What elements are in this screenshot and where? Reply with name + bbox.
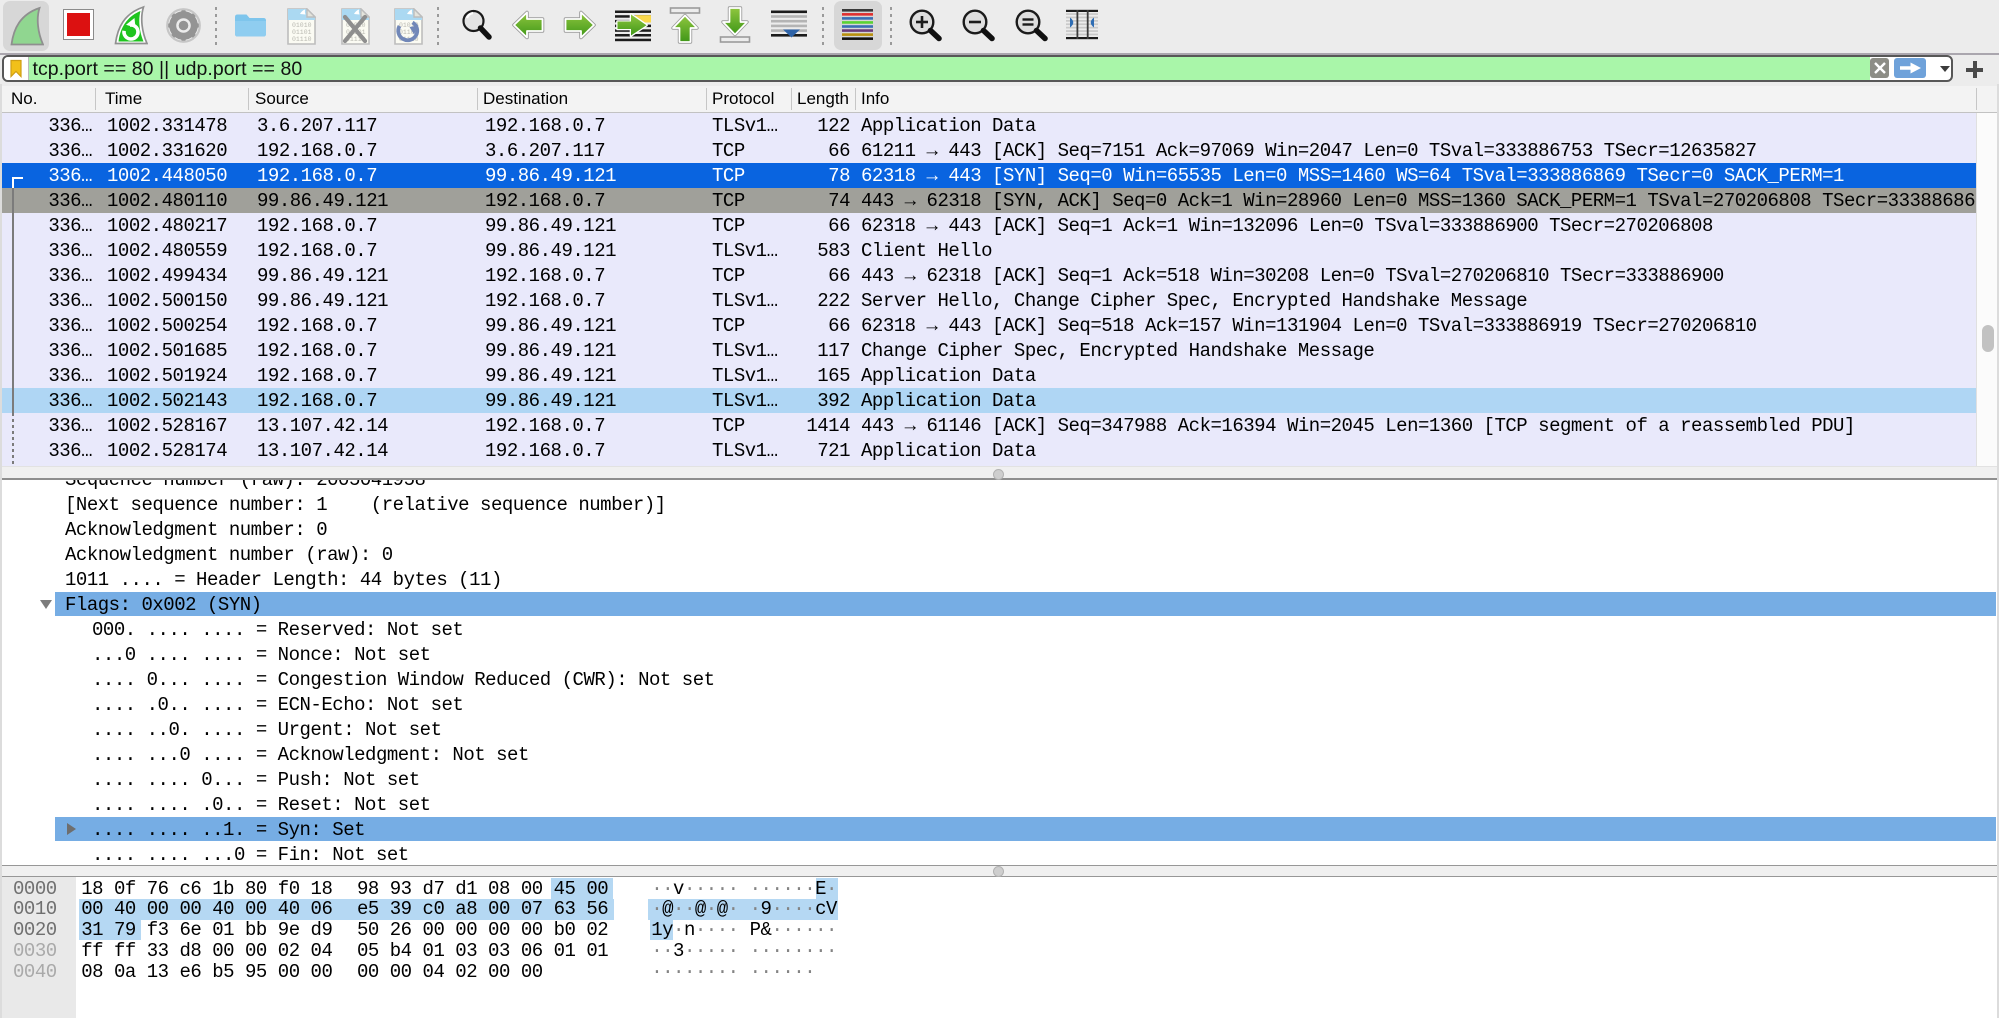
svg-text:01110: 01110 [292,36,312,43]
svg-text:01101: 01101 [292,29,312,36]
svg-text:01010: 01010 [292,22,312,29]
